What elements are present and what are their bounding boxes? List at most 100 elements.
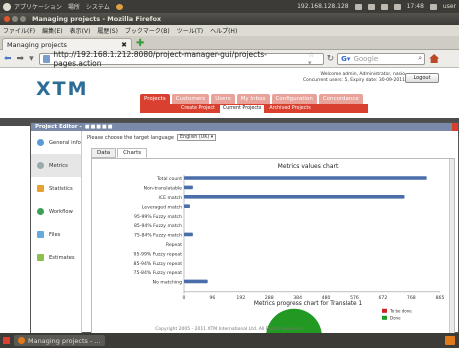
estimates-icon bbox=[37, 254, 44, 261]
subtab-archived-projects[interactable]: Archived Projects bbox=[266, 105, 313, 113]
menu-view[interactable]: 表示(V) bbox=[70, 26, 91, 35]
tick-label: 768 bbox=[407, 295, 416, 301]
reload-icon[interactable]: ↻ bbox=[327, 54, 335, 64]
pie-title: Metrics progress chart for Translate 1 bbox=[254, 301, 363, 307]
trash-icon[interactable] bbox=[445, 336, 455, 345]
sidebar-item-label: Files bbox=[49, 231, 61, 238]
bar bbox=[184, 204, 190, 208]
language-row: Please choose the target language Englis… bbox=[87, 134, 217, 141]
window-close-button[interactable] bbox=[4, 16, 10, 22]
tab-charts[interactable]: Charts bbox=[117, 148, 148, 158]
category-label: 85-94% Fuzzy match bbox=[134, 223, 182, 229]
category-label: 75-84% Fuzzy match bbox=[134, 233, 182, 239]
language-label: Please choose the target language bbox=[87, 134, 174, 141]
window-minimize-button[interactable] bbox=[12, 16, 18, 22]
menu-system[interactable]: システム bbox=[86, 2, 110, 11]
search-placeholder: Google bbox=[353, 54, 379, 63]
project-editor-dialog: Project Editor - ■■■■■ General info Metr… bbox=[30, 122, 459, 333]
sidebar-item-files[interactable]: Files bbox=[31, 223, 81, 246]
web-page: XTM Welcome admin, Administrator, nasio … bbox=[0, 68, 459, 333]
tick-label: 192 bbox=[236, 295, 245, 301]
menu-help[interactable]: ヘルプ(H) bbox=[210, 26, 237, 35]
firefox-menubar: ファイル(F) 編集(E) 表示(V) 履歴(S) ブックマーク(B) ツール(… bbox=[0, 25, 459, 36]
xtm-logo: XTM bbox=[36, 78, 89, 100]
bar bbox=[184, 232, 193, 237]
menu-edit[interactable]: 編集(E) bbox=[42, 26, 62, 35]
menu-file[interactable]: ファイル(F) bbox=[3, 26, 35, 35]
category-label: Non-translatable bbox=[144, 186, 183, 192]
taskbar-item-firefox[interactable]: Managing projects - ... bbox=[14, 335, 105, 346]
language-value: English (UK) bbox=[180, 135, 210, 140]
power-icon[interactable] bbox=[429, 3, 437, 10]
dialog-titlebar[interactable]: Project Editor - ■■■■■ bbox=[31, 123, 458, 131]
forward-icon[interactable]: ➡ bbox=[17, 54, 25, 64]
bookmark-star-icon[interactable]: ☆ ▾ bbox=[308, 51, 323, 67]
main-tabs: Projects Customers Users My Inbox Config… bbox=[140, 94, 363, 104]
window-maximize-button[interactable] bbox=[20, 16, 26, 22]
content-tabs: Data Charts bbox=[91, 148, 148, 158]
keyboard-icon[interactable] bbox=[354, 3, 362, 10]
back-icon[interactable]: ⬅ bbox=[4, 54, 12, 64]
tab-data[interactable]: Data bbox=[91, 148, 117, 158]
logout-button[interactable]: Logout bbox=[405, 73, 439, 83]
volume-icon[interactable] bbox=[380, 3, 388, 10]
url-bar[interactable]: http://192.168.1.212:8080/project-manage… bbox=[38, 50, 324, 68]
sub-tabs: Create Project Current Projects Archived… bbox=[140, 104, 368, 113]
menu-bookmarks[interactable]: ブックマーク(B) bbox=[125, 26, 170, 35]
show-desktop-icon[interactable] bbox=[3, 337, 10, 344]
tab-projects[interactable]: Projects bbox=[140, 94, 170, 104]
sidebar-item-label: Metrics bbox=[49, 162, 68, 169]
sidebar-item-estimates[interactable]: Estimates bbox=[31, 246, 81, 269]
bar bbox=[184, 195, 405, 199]
dialog-title: Project Editor - bbox=[35, 124, 82, 130]
new-tab-icon[interactable]: ✚ bbox=[136, 39, 145, 49]
system-top-panel: アプリケーション 場所 システム 192.168.128.128 17:48 u… bbox=[0, 0, 459, 13]
firefox-icon bbox=[18, 337, 25, 344]
menu-places[interactable]: 場所 bbox=[68, 2, 80, 11]
clock[interactable]: 17:48 bbox=[407, 3, 424, 10]
taskbar-item-label: Managing projects - ... bbox=[28, 336, 101, 345]
category-label: 95-99% Fuzzy match bbox=[134, 214, 182, 220]
language-select[interactable]: English (UK) ▾ bbox=[177, 134, 217, 141]
dialog-title-project-name: ■■■■■ bbox=[84, 124, 114, 130]
window-titlebar[interactable]: Managing projects - Mozilla Firefox bbox=[0, 13, 459, 25]
tab-configuration[interactable]: Configuration bbox=[271, 94, 317, 104]
category-label: No matching bbox=[153, 280, 182, 286]
legend-label: Done bbox=[390, 315, 401, 320]
sidebar-item-statistics[interactable]: Statistics bbox=[31, 177, 81, 200]
user-name[interactable]: user bbox=[443, 3, 456, 10]
ubuntu-logo-icon[interactable] bbox=[3, 2, 11, 11]
sidebar-item-metrics[interactable]: Metrics bbox=[31, 154, 81, 177]
menu-applications[interactable]: アプリケーション bbox=[14, 2, 62, 11]
search-bar[interactable]: G▾ Google ⌕ bbox=[337, 52, 426, 65]
home-icon[interactable] bbox=[429, 54, 440, 63]
menu-history[interactable]: 履歴(S) bbox=[97, 26, 118, 35]
tab-close-icon[interactable]: ✖ bbox=[121, 41, 127, 49]
tab-users[interactable]: Users bbox=[211, 94, 235, 104]
network-icon[interactable] bbox=[367, 3, 375, 10]
legend-swatch bbox=[382, 315, 387, 320]
category-label: 75-84% Fuzzy repeat bbox=[134, 270, 183, 276]
google-icon[interactable]: G▾ bbox=[341, 55, 350, 63]
sidebar-item-label: Workflow bbox=[49, 208, 73, 215]
sidebar-item-workflow[interactable]: Workflow bbox=[31, 200, 81, 223]
ip-address: 192.168.128.128 bbox=[297, 3, 349, 10]
subtab-create-project[interactable]: Create Project bbox=[178, 105, 218, 113]
sidebar-item-general-info[interactable]: General info bbox=[31, 131, 81, 154]
tab-customers[interactable]: Customers bbox=[171, 94, 210, 104]
category-label: Leveraged match bbox=[142, 204, 182, 210]
chart-scrollbar[interactable] bbox=[449, 159, 454, 333]
tab-concordance[interactable]: Concordance bbox=[318, 94, 363, 104]
bar bbox=[184, 185, 193, 190]
dialog-close-icon[interactable] bbox=[452, 123, 458, 131]
search-icon[interactable]: ⌕ bbox=[418, 54, 422, 63]
menu-tools[interactable]: ツール(T) bbox=[177, 26, 203, 35]
category-label: ICE match bbox=[159, 195, 183, 201]
mail-icon[interactable] bbox=[393, 3, 401, 10]
tab-my-inbox[interactable]: My Inbox bbox=[236, 94, 270, 104]
history-dropdown-icon[interactable]: ▾ bbox=[29, 54, 34, 64]
subtab-current-projects[interactable]: Current Projects bbox=[219, 104, 265, 113]
tick-label: 0 bbox=[183, 295, 186, 301]
browser-tab[interactable]: Managing projects ✖ bbox=[2, 38, 132, 50]
firefox-launcher-icon[interactable] bbox=[115, 3, 123, 10]
